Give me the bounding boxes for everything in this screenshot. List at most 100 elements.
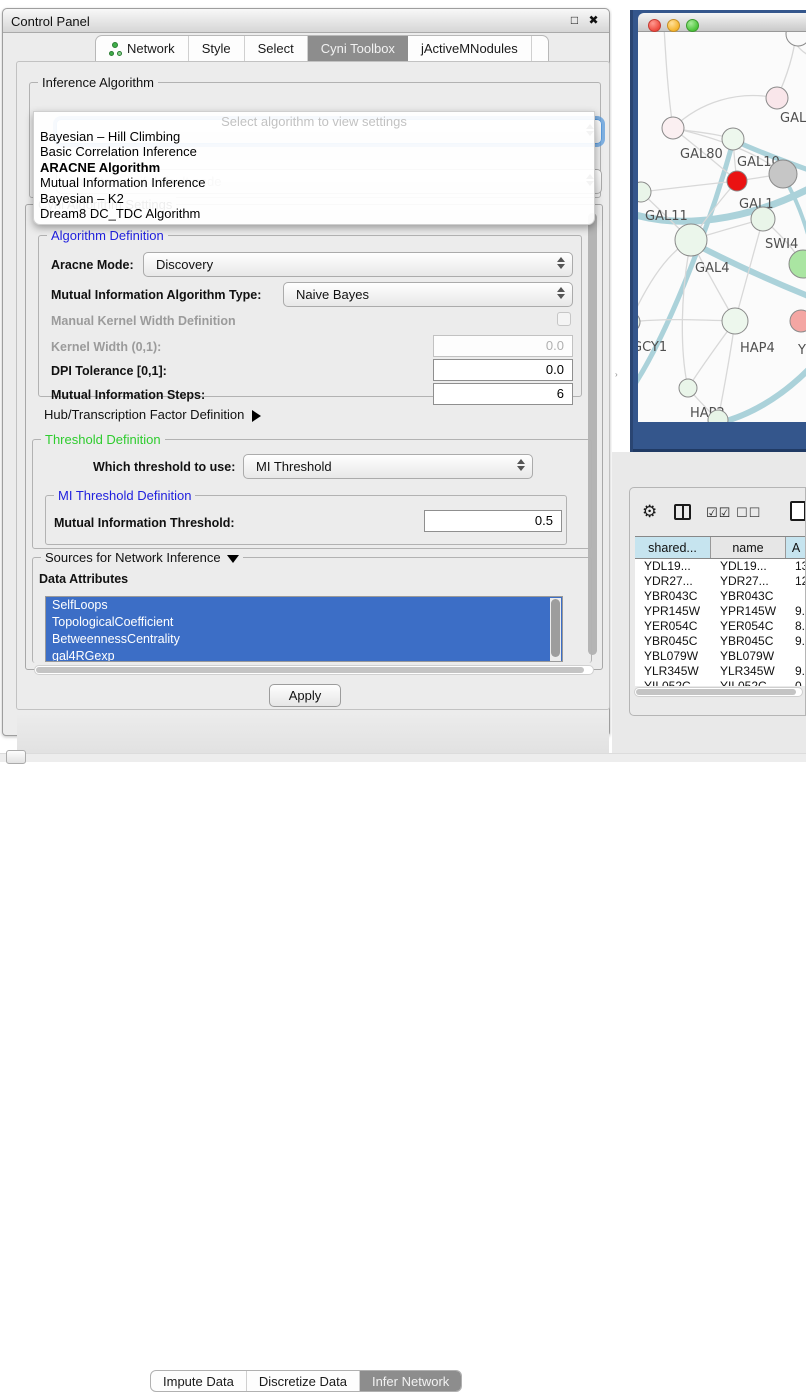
table-row[interactable]: YDR27...YDR27...12 <box>635 574 806 589</box>
tab-network[interactable]: Network <box>96 36 189 61</box>
sources-group-title[interactable]: Sources for Network Inference <box>41 550 243 565</box>
zoom-traffic-light-icon[interactable] <box>686 19 699 32</box>
control-panel-titlebar[interactable]: Control Panel □ ✖ <box>3 9 609 33</box>
table-cell: YBR043C <box>711 589 786 604</box>
aracne-mode-select[interactable]: Discovery <box>143 252 573 277</box>
algorithm-option[interactable]: Bayesian – Hill Climbing <box>34 129 594 144</box>
combo-arrows-icon <box>557 257 565 269</box>
network-node-hap4[interactable] <box>722 308 748 334</box>
collapse-down-icon <box>227 555 239 563</box>
apply-button[interactable]: Apply <box>269 684 341 707</box>
network-node-gal[interactable] <box>766 87 788 109</box>
data-attributes-label: Data Attributes <box>39 572 128 586</box>
table-row[interactable]: YER054CYER054C8. <box>635 619 806 634</box>
thin-edge[interactable] <box>638 320 735 322</box>
dpi-tolerance-input[interactable]: 0.0 <box>433 359 573 381</box>
attribute-list-item-selected[interactable]: TopologicalCoefficient <box>46 614 562 631</box>
tab-style[interactable]: Style <box>189 36 245 61</box>
algorithm-dropdown-popup: Select algorithm to view settings Bayesi… <box>33 111 595 225</box>
table-row[interactable]: YLR345WYLR345W9. <box>635 664 806 679</box>
tab-impute-data[interactable]: Impute Data <box>151 1371 247 1391</box>
network-node-gal4[interactable] <box>675 224 707 256</box>
table-row[interactable]: YBL079WYBL079W <box>635 649 806 664</box>
scrollbar-thumb[interactable] <box>551 599 560 657</box>
tab-cyni-toolbox[interactable]: Cyni Toolbox <box>308 36 408 61</box>
aracne-mode-label: Aracne Mode: <box>51 258 134 272</box>
thin-edge[interactable] <box>641 181 737 192</box>
network-node[interactable] <box>786 32 806 46</box>
table-cell: 13 <box>786 559 806 574</box>
table-row[interactable]: YPR145WYPR145W9. <box>635 604 806 619</box>
network-node[interactable] <box>789 250 806 278</box>
file-icon[interactable] <box>790 501 806 521</box>
table-cell: YDL19... <box>711 559 786 574</box>
attribute-list-item-selected[interactable]: BetweennessCentrality <box>46 631 562 648</box>
table-rows: YDL19...YDL19...13YDR27...YDR27...12YBR0… <box>635 559 806 686</box>
attribute-list-item-selected[interactable]: SelfLoops <box>46 597 562 614</box>
table-row[interactable]: YBR043CYBR043C <box>635 589 806 604</box>
network-node-gal1[interactable] <box>727 171 747 191</box>
algorithm-option[interactable]: Dream8 DC_TDC Algorithm <box>34 206 594 221</box>
attribute-list-item-selected[interactable]: gal4RGexp <box>46 648 562 662</box>
checked-boxes-icon[interactable]: ☑☑ <box>706 505 731 521</box>
table-row[interactable]: YIL052CYIL052C0. <box>635 679 806 686</box>
column-header[interactable]: shared... <box>635 537 711 558</box>
algorithm-option[interactable]: ARACNE Algorithm <box>34 160 594 175</box>
mi-steps-input[interactable]: 6 <box>433 383 573 405</box>
float-window-icon[interactable]: □ <box>568 14 581 27</box>
column-header[interactable]: A <box>786 537 806 558</box>
table-row[interactable]: YDL19...YDL19...13 <box>635 559 806 574</box>
mi-threshold-definition-group: MI Threshold Definition Mutual Informati… <box>45 495 567 545</box>
mi-steps-label: Mutual Information Steps: <box>51 388 205 402</box>
close-traffic-light-icon[interactable] <box>648 19 661 32</box>
mi-type-select[interactable]: Naive Bayes <box>283 282 573 307</box>
data-attributes-list[interactable]: SelfLoopsTopologicalCoefficientBetweenne… <box>45 596 563 662</box>
network-window-titlebar[interactable] <box>638 13 806 32</box>
table-cell <box>786 649 806 664</box>
thin-edge[interactable] <box>673 96 777 128</box>
algorithm-option[interactable]: Bayesian – K2 <box>34 191 594 206</box>
network-node-gal80[interactable] <box>662 117 684 139</box>
mi-threshold-input[interactable]: 0.5 <box>424 510 562 532</box>
list-vertical-scrollbar[interactable] <box>550 598 561 662</box>
network-canvas[interactable]: GALGAL80GAL10GAL1GAL11SWI4GAL4GCY1HAP4YH… <box>638 32 806 422</box>
minimize-traffic-light-icon[interactable] <box>667 19 680 32</box>
network-node-hap2[interactable] <box>679 379 697 397</box>
network-node-gcy1[interactable] <box>638 312 640 332</box>
table-cell: YDR27... <box>711 574 786 589</box>
table-row[interactable]: YBR045CYBR045C9. <box>635 634 806 649</box>
tab-infer-network[interactable]: Infer Network <box>360 1371 461 1391</box>
table-panel-header: Table Panel <box>618 452 806 486</box>
tab-discretize-data[interactable]: Discretize Data <box>247 1371 360 1391</box>
manual-kernel-checkbox[interactable] <box>557 312 571 326</box>
algorithm-option[interactable]: Mutual Information Inference <box>34 175 594 190</box>
algorithm-option[interactable]: Basic Correlation Inference <box>34 144 594 159</box>
hub-definition-expander[interactable]: Hub/Transcription Factor Definition <box>44 407 261 422</box>
thin-edge[interactable] <box>735 219 763 321</box>
network-node-gal10[interactable] <box>722 128 744 150</box>
network-node[interactable] <box>769 160 797 188</box>
kernel-width-input[interactable]: 0.0 <box>433 335 573 357</box>
table-cell: 8. <box>786 619 806 634</box>
close-window-icon[interactable]: ✖ <box>587 14 600 27</box>
tab-jactivemnodules[interactable]: jActiveMNodules <box>408 36 532 61</box>
node-table[interactable]: shared...nameA YDL19...YDL19...13YDR27..… <box>635 536 806 686</box>
mi-type-value: Naive Bayes <box>296 287 369 302</box>
network-node-y[interactable] <box>790 310 806 332</box>
network-node-swi4[interactable] <box>751 207 775 231</box>
table-cell: YIL052C <box>711 679 786 686</box>
columns-icon[interactable] <box>674 504 691 520</box>
unchecked-boxes-icon[interactable]: ☐☐ <box>736 505 761 521</box>
scrollbar-thumb[interactable] <box>636 689 796 695</box>
gear-icon[interactable]: ⚙ <box>642 502 657 522</box>
tab-select[interactable]: Select <box>245 36 308 61</box>
panel-splitter-handle[interactable]: › <box>615 370 620 379</box>
settings-horizontal-scrollbar[interactable] <box>34 665 594 675</box>
column-header[interactable]: name <box>711 537 786 558</box>
thin-edge[interactable] <box>682 240 691 388</box>
table-cell: YBL079W <box>635 649 711 664</box>
thin-edge[interactable] <box>664 32 673 128</box>
which-threshold-select[interactable]: MI Threshold <box>243 454 533 479</box>
table-horizontal-scrollbar[interactable] <box>634 687 803 697</box>
scrollbar-thumb[interactable] <box>36 667 584 673</box>
